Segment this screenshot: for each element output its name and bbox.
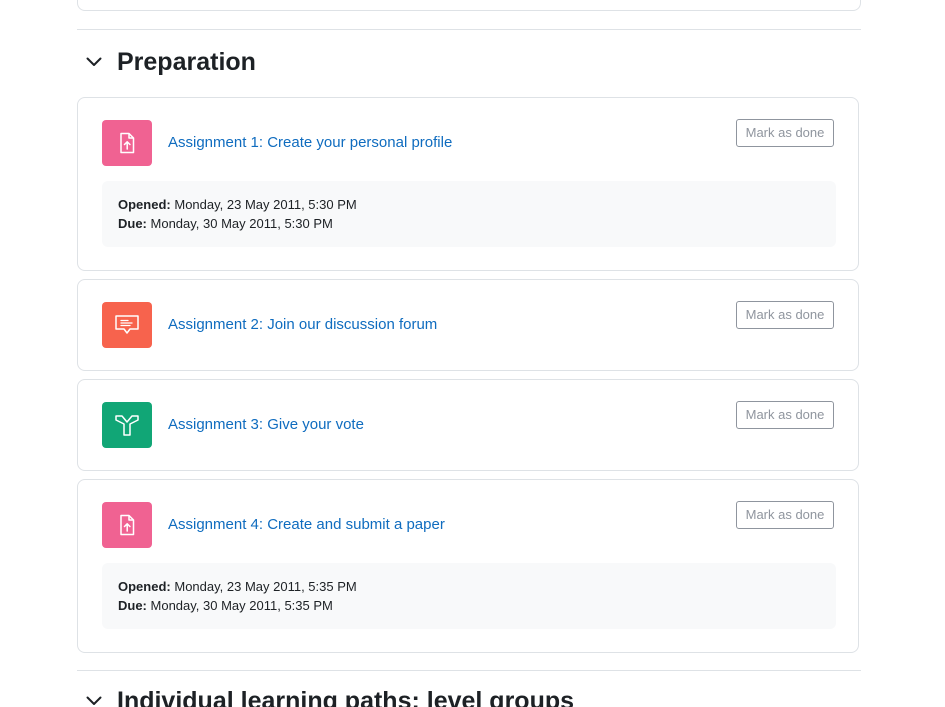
assignment-upload-icon[interactable] — [102, 502, 152, 548]
chevron-down-icon[interactable] — [84, 52, 104, 72]
due-date: Due: Monday, 30 May 2011, 5:35 PM — [118, 596, 820, 615]
activity-dates: Opened: Monday, 23 May 2011, 5:30 PM Due… — [102, 181, 836, 247]
due-label: Due: — [118, 216, 147, 231]
opened-value: Monday, 23 May 2011, 5:35 PM — [174, 579, 357, 594]
mark-as-done-button[interactable]: Mark as done — [736, 401, 834, 429]
due-value: Monday, 30 May 2011, 5:35 PM — [150, 598, 333, 613]
section-title[interactable]: Preparation — [117, 47, 256, 77]
section-header-learning-paths[interactable]: Individual learning paths: level groups — [84, 686, 574, 707]
opened-label: Opened: — [118, 197, 171, 212]
opened-value: Monday, 23 May 2011, 5:30 PM — [174, 197, 357, 212]
opened-label: Opened: — [118, 579, 171, 594]
activity-card: Assignment 1: Create your personal profi… — [77, 97, 859, 271]
section-title[interactable]: Individual learning paths: level groups — [117, 686, 574, 707]
course-page: Preparation Assignment 1: Create your pe… — [0, 0, 945, 707]
section-divider — [77, 29, 861, 30]
assignment-upload-icon[interactable] — [102, 120, 152, 166]
activity-dates: Opened: Monday, 23 May 2011, 5:35 PM Due… — [102, 563, 836, 629]
activity-card: Assignment 3: Give your vote Mark as don… — [77, 379, 859, 471]
opened-date: Opened: Monday, 23 May 2011, 5:30 PM — [118, 195, 820, 214]
due-date: Due: Monday, 30 May 2011, 5:30 PM — [118, 214, 820, 233]
chevron-down-icon[interactable] — [84, 691, 104, 707]
forum-icon[interactable] — [102, 302, 152, 348]
section-divider — [77, 670, 861, 671]
previous-activity-card — [77, 0, 861, 11]
activity-link[interactable]: Assignment 3: Give your vote — [168, 416, 364, 433]
activity-card: Assignment 4: Create and submit a paper … — [77, 479, 859, 653]
due-value: Monday, 30 May 2011, 5:30 PM — [150, 216, 333, 231]
due-label: Due: — [118, 598, 147, 613]
choice-icon[interactable] — [102, 402, 152, 448]
activity-link[interactable]: Assignment 1: Create your personal profi… — [168, 134, 452, 151]
activity-link[interactable]: Assignment 4: Create and submit a paper — [168, 516, 445, 533]
mark-as-done-button[interactable]: Mark as done — [736, 119, 834, 147]
opened-date: Opened: Monday, 23 May 2011, 5:35 PM — [118, 577, 820, 596]
mark-as-done-button[interactable]: Mark as done — [736, 301, 834, 329]
activity-card: Assignment 2: Join our discussion forum … — [77, 279, 859, 371]
activity-link[interactable]: Assignment 2: Join our discussion forum — [168, 316, 437, 333]
section-header-preparation[interactable]: Preparation — [84, 47, 256, 77]
mark-as-done-button[interactable]: Mark as done — [736, 501, 834, 529]
